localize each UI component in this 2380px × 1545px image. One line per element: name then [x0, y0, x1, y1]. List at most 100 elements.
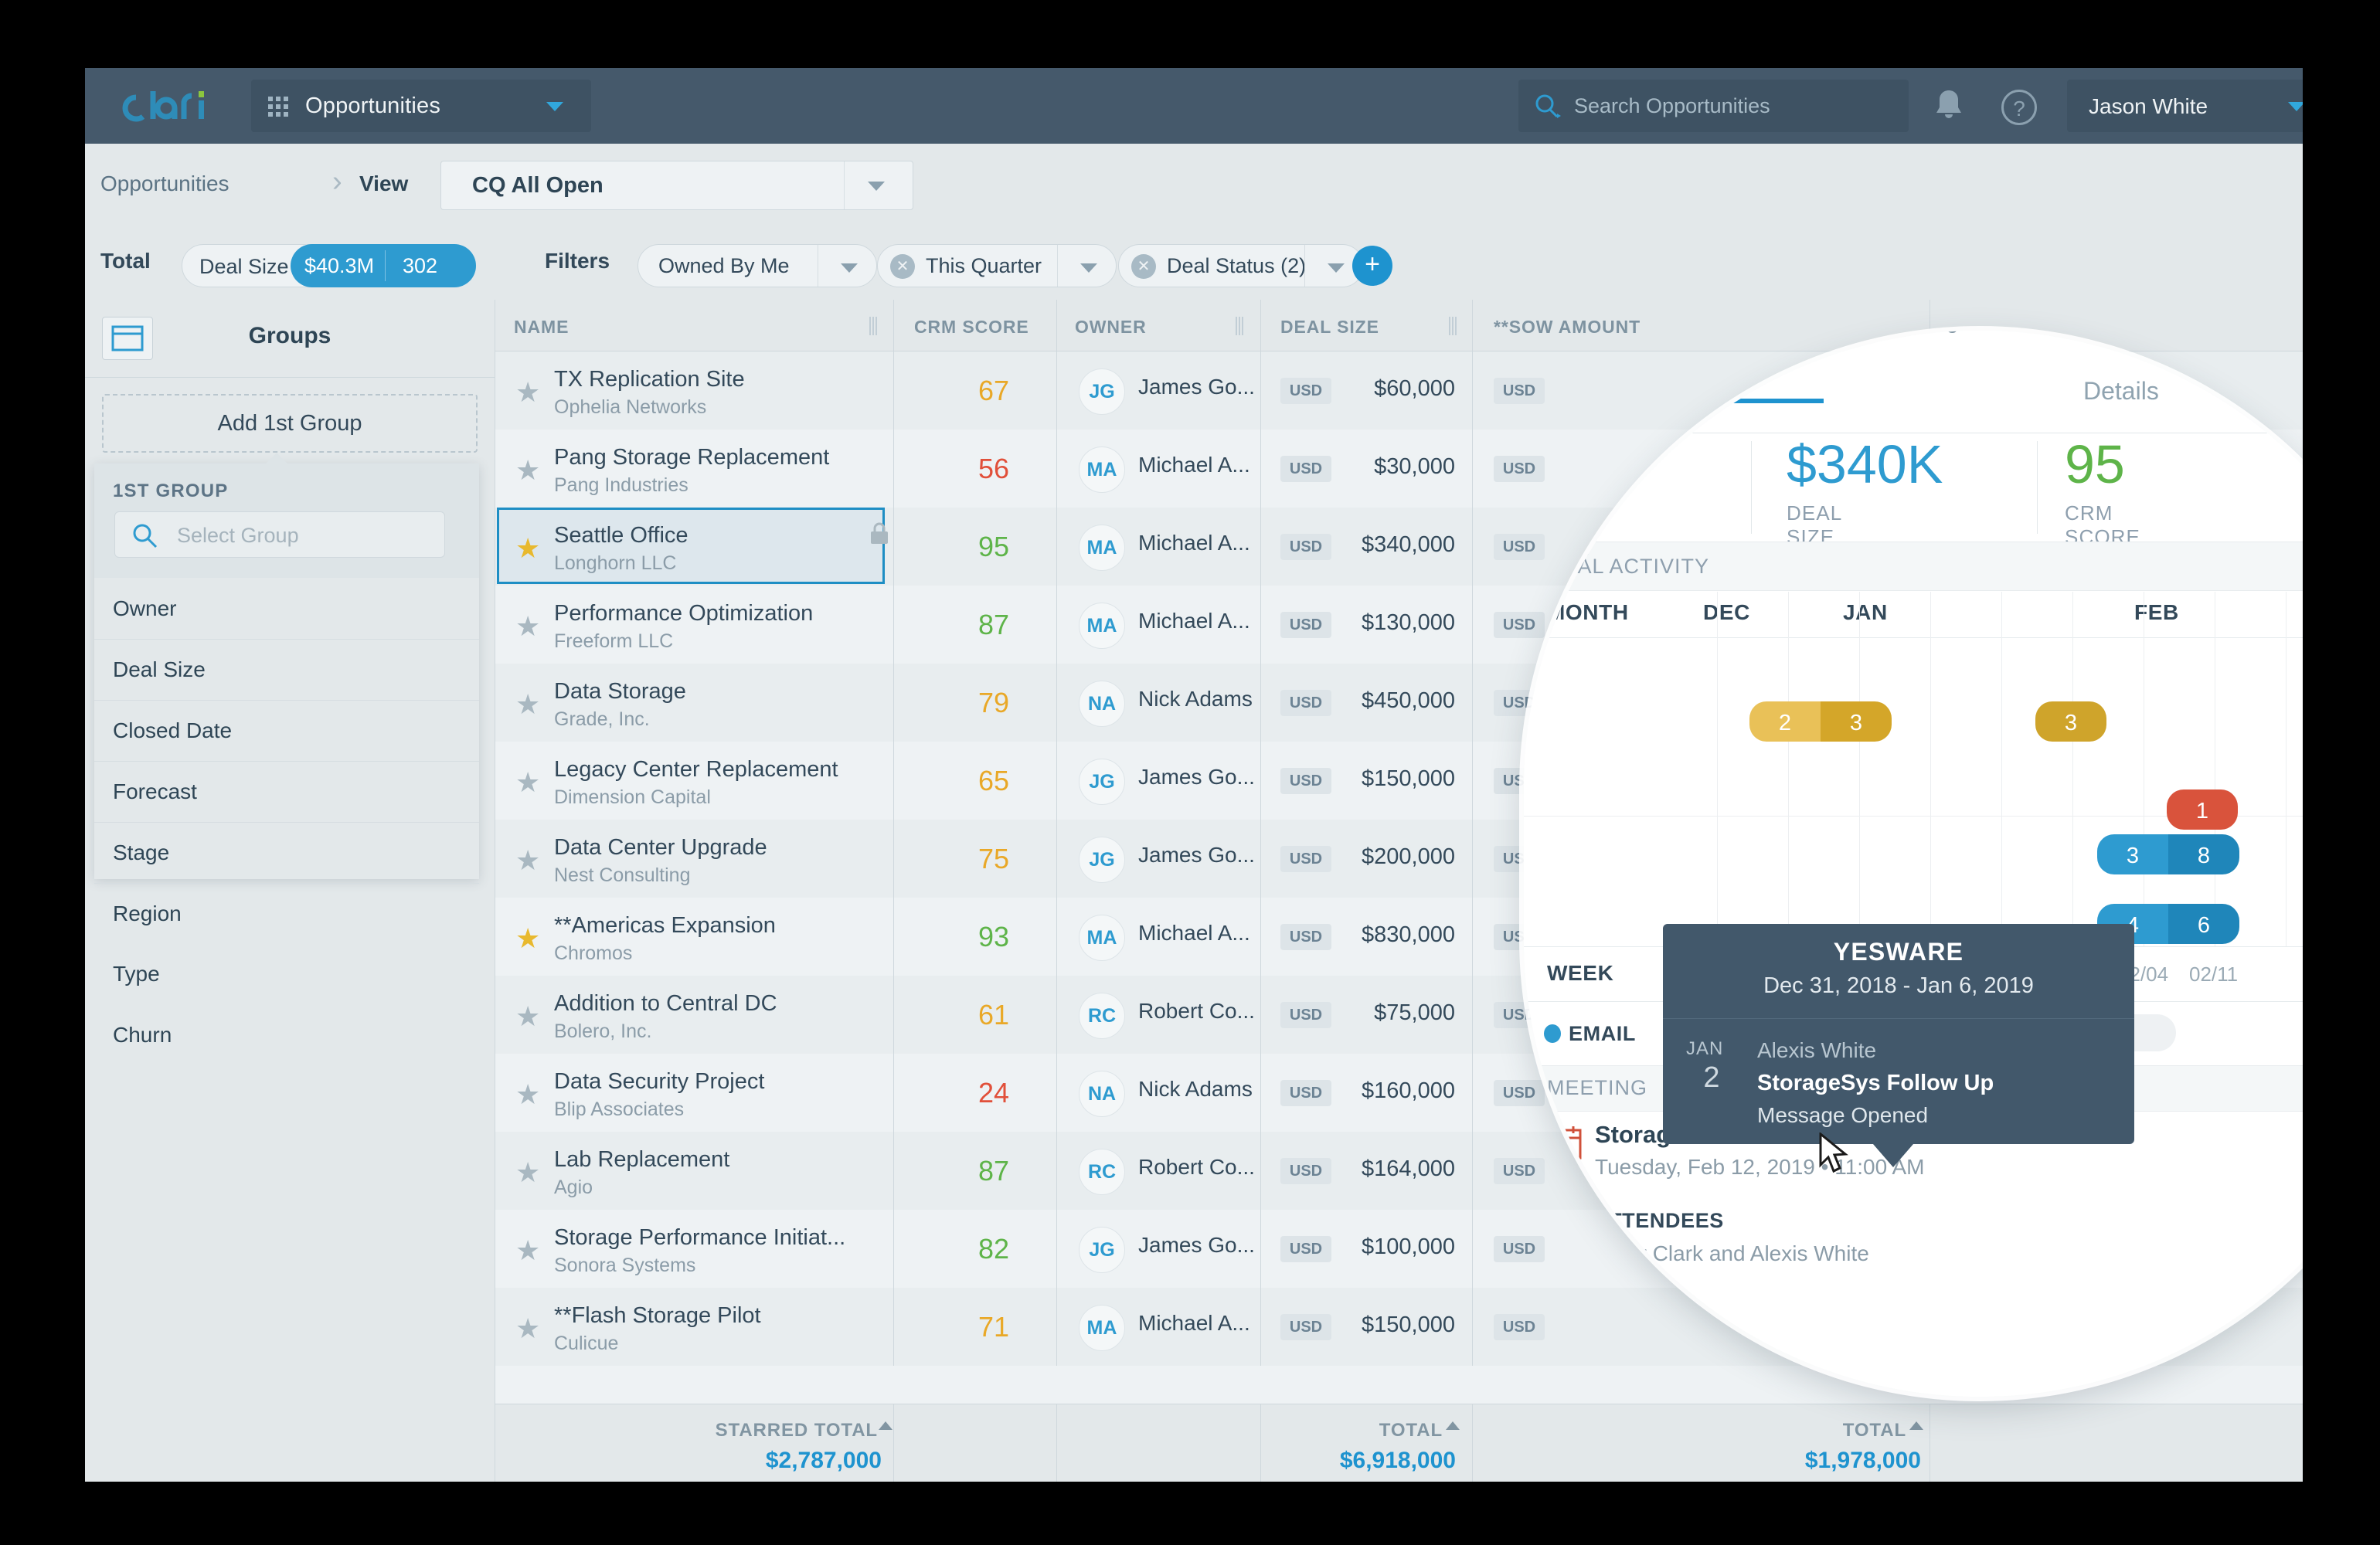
lock-icon [869, 521, 890, 550]
deal-size-total-label: TOTAL [1379, 1420, 1443, 1441]
deal-size-amount: $200,000 [1362, 844, 1455, 869]
star-icon[interactable]: ★ [515, 1156, 540, 1189]
column-resize-handle[interactable] [1449, 317, 1460, 335]
search-icon [132, 523, 160, 553]
active-tab-indicator [1592, 399, 1824, 403]
column-resize-handle[interactable] [869, 317, 880, 335]
deal-size-amount: $130,000 [1362, 610, 1455, 635]
group-search-input[interactable]: Select Group [114, 511, 445, 558]
group-option-type[interactable]: Type [94, 943, 479, 1004]
bar-segment: 2 [1749, 701, 1821, 742]
user-menu[interactable]: Jason White [2067, 80, 2303, 132]
chevron-down-icon[interactable] [1328, 263, 1345, 273]
deal-size-amount: $30,000 [1374, 454, 1455, 479]
column-header-deal-size[interactable]: DEAL SIZE [1280, 317, 1379, 338]
group-option-forecast[interactable]: Forecast [94, 761, 479, 823]
sort-ascending-icon [1909, 1421, 1923, 1430]
star-icon[interactable]: ★ [515, 610, 540, 643]
star-icon[interactable]: ★ [515, 766, 540, 799]
avatar-initials: MA [1086, 615, 1117, 637]
star-icon[interactable]: ★ [515, 376, 540, 409]
remove-filter-icon[interactable]: ✕ [890, 254, 915, 279]
filter-chip-deal-status[interactable]: ✕ Deal Status (2) [1118, 244, 1364, 287]
avatar-initials: RC [1087, 1005, 1117, 1027]
star-icon[interactable]: ★ [515, 688, 540, 721]
add-first-group-label: Add 1st Group [217, 411, 362, 436]
owner-name: Nick Adams [1138, 687, 1253, 711]
star-icon[interactable]: ★ [515, 532, 540, 565]
column-resize-handle[interactable] [1236, 317, 1246, 335]
chevron-down-icon [2288, 102, 2303, 111]
chevron-down-icon[interactable] [841, 263, 858, 273]
clari-logo[interactable] [110, 85, 226, 131]
star-icon[interactable]: ★ [515, 1000, 540, 1033]
bar-segment: 3 [2035, 701, 2106, 742]
clari-app-window: Opportunities Search Opportunities ? Jas… [85, 68, 2303, 1482]
opportunity-name: Data Security Project [554, 1069, 765, 1094]
view-selector-value: CQ All Open [472, 173, 604, 198]
filter-chip-owned-by-me[interactable]: Owned By Me [638, 244, 877, 287]
star-icon[interactable]: ★ [515, 454, 540, 487]
account-name: Pang Industries [554, 474, 688, 496]
tooltip-day: 2 [1703, 1061, 1720, 1094]
column-header-owner[interactable]: OWNER [1075, 317, 1147, 338]
notifications-bell-icon[interactable] [1932, 87, 1966, 124]
view-selector[interactable]: CQ All Open [440, 161, 913, 210]
file-activity-bar[interactable]: 23 [1749, 701, 1892, 742]
column-header-name[interactable]: NAME [514, 317, 569, 338]
remove-filter-icon[interactable]: ✕ [1131, 254, 1156, 279]
deal-size-amount: $450,000 [1362, 688, 1455, 713]
starred-total-label: STARRED TOTAL [715, 1420, 878, 1441]
opportunity-name: Seattle Office [554, 523, 688, 548]
crm-score: 61 [978, 999, 1010, 1031]
add-first-group-button[interactable]: Add 1st Group [102, 394, 478, 453]
crm-score: 75 [978, 843, 1010, 874]
group-option-deal-size[interactable]: Deal Size [94, 639, 479, 701]
search-input[interactable]: Search Opportunities [1518, 80, 1909, 132]
groups-header: Groups [85, 300, 495, 378]
chevron-down-icon[interactable] [1080, 263, 1097, 273]
star-icon[interactable]: ★ [515, 922, 540, 955]
email-activity-bar[interactable]: 38 [2097, 834, 2239, 874]
add-filter-button[interactable]: + [1352, 246, 1392, 286]
column-header-crm-score[interactable]: CRM SCORE [914, 317, 1029, 338]
star-icon[interactable]: ★ [515, 844, 540, 877]
group-option-label: Deal Size [113, 657, 206, 681]
app-switcher[interactable]: Opportunities [251, 80, 591, 132]
group-option-stage[interactable]: Stage [94, 822, 479, 884]
tab-details[interactable]: Details [2083, 377, 2159, 406]
owner-name: James Go... [1138, 765, 1255, 789]
deal-size-total-pill[interactable]: Deal Size $40.3M 302 [182, 244, 476, 287]
group-option-label: Churn [113, 1023, 172, 1047]
star-icon[interactable]: ★ [515, 1234, 540, 1267]
meeting-activity-bar[interactable]: 1 [2167, 789, 2238, 830]
opportunity-name: Performance Optimization [554, 601, 814, 626]
app-switcher-label: Opportunities [305, 93, 441, 118]
group-option-owner[interactable]: Owner [94, 578, 479, 640]
account-name: Longhorn LLC [554, 552, 677, 574]
search-icon [1534, 93, 1562, 124]
group-select-popover: 1ST GROUP Select Group Owner Deal Size C… [94, 453, 479, 925]
crm-score: 87 [978, 609, 1010, 640]
groups-title: Groups [248, 323, 332, 348]
group-search-placeholder: Select Group [177, 524, 299, 547]
account-name: Blip Associates [554, 1098, 685, 1120]
avatar-initials: MA [1086, 537, 1117, 559]
tooltip-date-range: Dec 31, 2018 - Jan 6, 2019 [1763, 973, 2034, 998]
breadcrumb-root[interactable]: Opportunities [100, 171, 230, 196]
group-option-label: Forecast [113, 779, 197, 803]
file-activity-bar[interactable]: 3 [2035, 701, 2106, 742]
star-icon[interactable]: ★ [515, 1078, 540, 1111]
group-option-region[interactable]: Region [94, 883, 479, 944]
avatar-initials: MA [1086, 1317, 1117, 1339]
legend-label: EMAIL [1569, 1022, 1636, 1045]
star-icon[interactable]: ★ [515, 1312, 540, 1345]
bar-segment: 1 [2195, 799, 2209, 823]
group-option-closed-date[interactable]: Closed Date [94, 700, 479, 762]
group-option-churn[interactable]: Churn [94, 1004, 479, 1065]
legend-item-email[interactable]: EMAIL [1536, 1014, 1664, 1051]
help-icon[interactable]: ? [2001, 90, 2037, 125]
opportunity-name: Storage Performance Initiat... [554, 1225, 846, 1250]
filter-chip-this-quarter[interactable]: ✕ This Quarter [877, 244, 1117, 287]
month-tick-feb: FEB [2134, 600, 2179, 624]
